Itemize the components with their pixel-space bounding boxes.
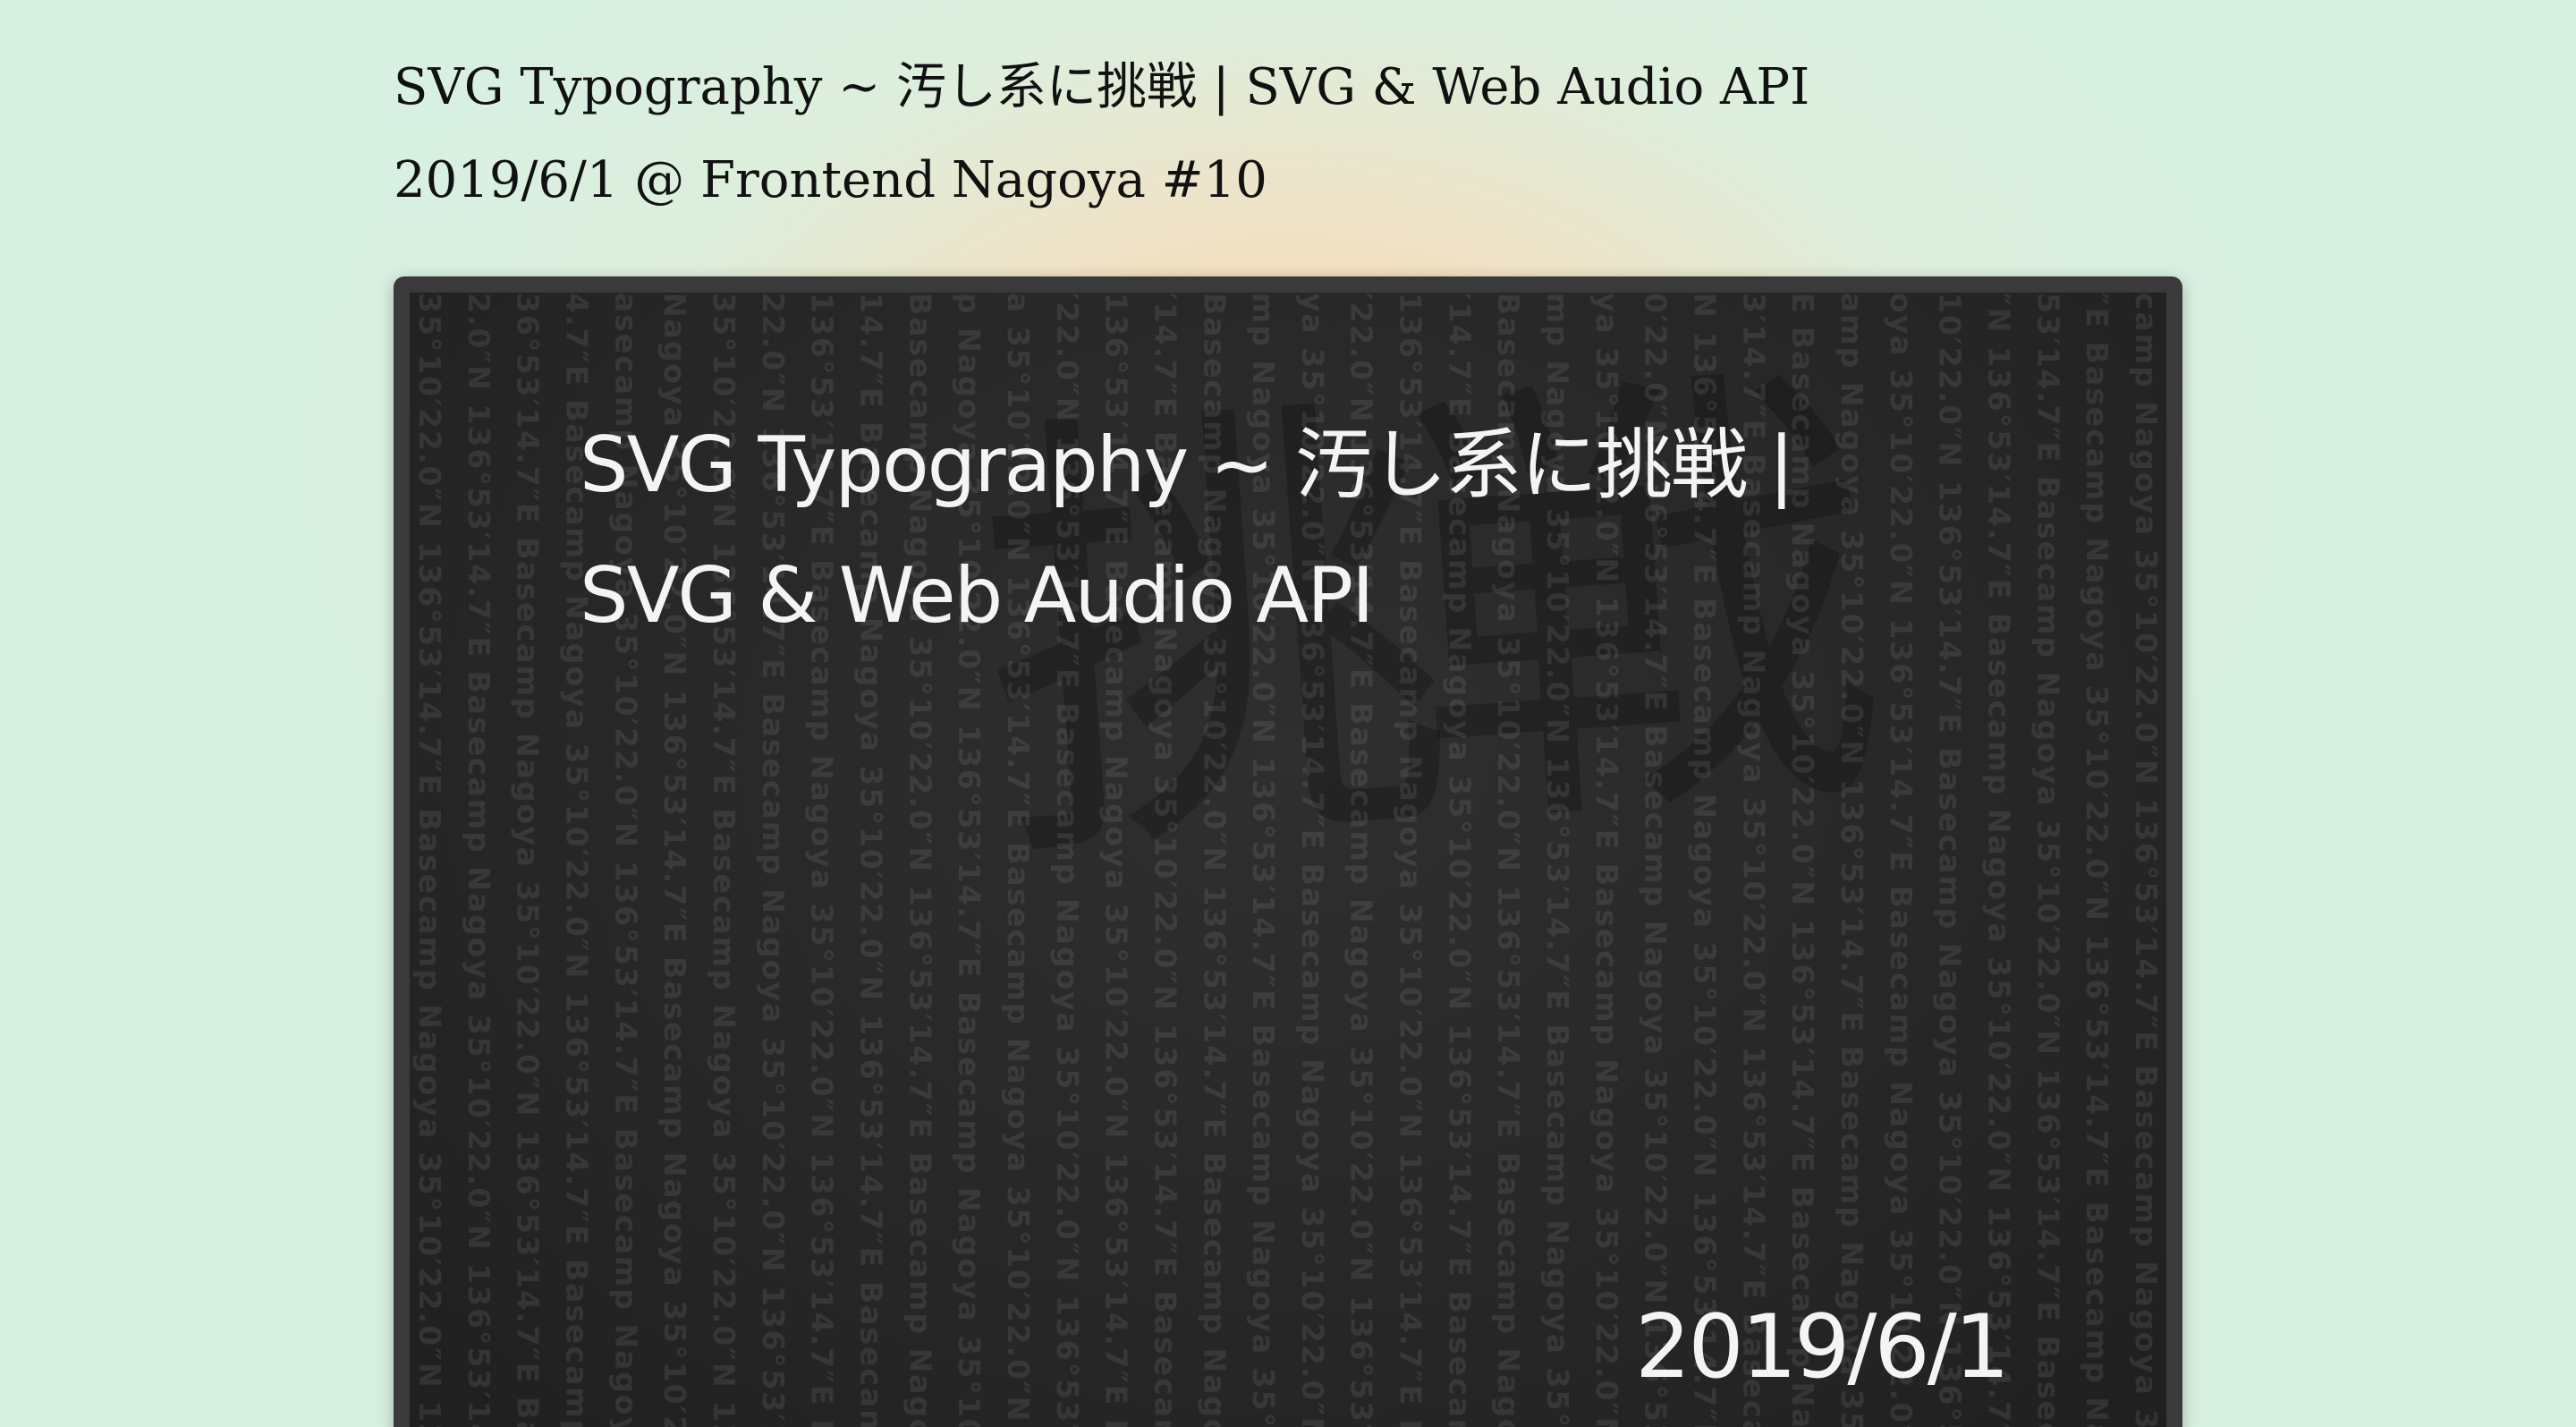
background-text-column: 2.0″N 136°53′14.7″E Basecamp Nagoya 35°1… [462,293,496,1427]
background-text-column: 10′22.0″N 136°53′14.7″E Basecamp Nagoya … [1933,293,1968,1427]
slide-viewer[interactable]: 挑戦 35°10′22.0″N 136°53′14.7″E Basecamp N… [394,276,2182,1427]
background-text-column: 36°53′14.7″E Basecamp Nagoya 35°10′22.0″… [511,293,546,1427]
background-text-column: camp Nagoya 35°10′22.0″N 136°53′14.7″E B… [2129,293,2164,1427]
background-text-column: ″N 136°53′14.7″E Basecamp Nagoya 35°10′2… [1982,293,2017,1427]
slide-title: SVG Typography ~ 汚し系に挑戦 | SVG & Web Audi… [580,400,1794,661]
background-text-column: amp Nagoya 35°10′22.0″N 136°53′14.7″E Ba… [1835,293,1869,1427]
background-text-column: ″E Basecamp Nagoya 35°10′22.0″N 136°53′1… [2080,293,2114,1427]
slide-title-line-1: SVG Typography ~ 汚し系に挑戦 | [580,420,1794,510]
background-text-column: 35°10′22.0″N 136°53′14.7″E Basecamp Nago… [412,293,447,1427]
slide-date: 2019/6/1 [1635,1296,2010,1398]
background-text-column: oya 35°10′22.0″N 136°53′14.7″E Basecamp … [1884,293,1919,1427]
slide[interactable]: 挑戦 35°10′22.0″N 136°53′14.7″E Basecamp N… [410,293,2166,1427]
slide-title-line-2: SVG & Web Audio API [580,551,1374,641]
event-subtitle: 2019/6/1 @ Frontend Nagoya #10 [394,151,1267,209]
page-header: SVG Typography ~ 汚し系に挑戦 | SVG & Web Audi… [394,41,2004,227]
page-title: SVG Typography ~ 汚し系に挑戦 | SVG & Web Audi… [394,58,1810,116]
background-text-column: 53′14.7″E Basecamp Nagoya 35°10′22.0″N 1… [2030,293,2065,1427]
